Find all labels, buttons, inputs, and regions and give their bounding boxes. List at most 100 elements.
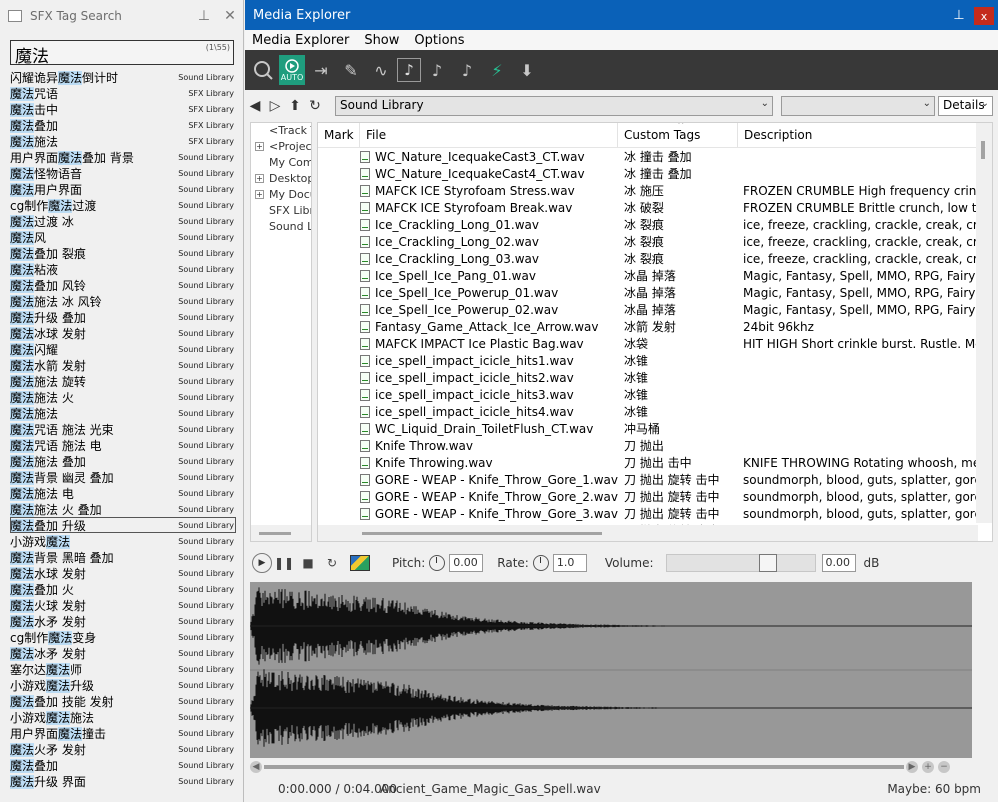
pin-icon[interactable]: ⊥ (191, 8, 217, 24)
edit-pen-icon[interactable]: ✎ (337, 55, 365, 85)
tag-result-row[interactable]: 魔法施法 电 Sound Library (10, 485, 236, 501)
column-custom-tags[interactable]: ^ Custom Tags (618, 123, 738, 147)
tag-result-row[interactable]: 魔法叠加 技能 发射 Sound Library (10, 693, 236, 709)
tree-item[interactable]: + <Project (251, 139, 311, 155)
volume-slider[interactable] (665, 554, 816, 572)
file-row[interactable]: ice_spell_impact_icicle_hits1.wav 冰锥 (318, 352, 978, 369)
expand-icon[interactable]: + (255, 190, 264, 199)
zoom-in-icon[interactable]: + (922, 761, 934, 773)
tag-search-input[interactable]: 魔法 (1\55) (10, 40, 234, 67)
tag-result-row[interactable]: cg制作魔法变身 Sound Library (10, 629, 236, 645)
file-row[interactable]: Knife Throwing.wav 刀 抛出 击中 KNIFE THROWING … (318, 454, 978, 471)
tag-result-row[interactable]: 闪耀诡异魔法倒计时 Sound Library (10, 69, 236, 85)
tag-result-row[interactable]: 塞尔达魔法师 Sound Library (10, 661, 236, 677)
tag-result-row[interactable]: 魔法粘液 Sound Library (10, 261, 236, 277)
column-mark[interactable]: Mark (318, 123, 360, 147)
scroll-right-icon[interactable]: ▶ (906, 761, 918, 773)
tag-result-row[interactable]: 魔法叠加 裂痕 Sound Library (10, 245, 236, 261)
tag-result-row[interactable]: 用户界面魔法撞击 Sound Library (10, 725, 236, 741)
tag-result-row[interactable]: 魔法叠加 Sound Library (10, 757, 236, 773)
view-mode-dropdown[interactable]: Details ⌄ (938, 96, 993, 116)
pause-button[interactable]: ❚❚ (272, 556, 296, 570)
file-row[interactable]: Ice_Crackling_Long_02.wav 冰 裂痕 ice, freeze… (318, 233, 978, 250)
tag-result-row[interactable]: 魔法施法 火 Sound Library (10, 389, 236, 405)
tag-result-row[interactable]: 魔法冰球 发射 Sound Library (10, 325, 236, 341)
file-row[interactable]: MAFCK ICE Styrofoam Stress.wav 冰 施压 FROZEN… (318, 182, 978, 199)
expand-icon[interactable]: + (255, 174, 264, 183)
menu-media-explorer[interactable]: Media Explorer (252, 33, 349, 48)
pin-icon[interactable]: ⊥ (944, 8, 974, 23)
path-dropdown[interactable]: Sound Library ⌄ (335, 96, 773, 116)
search-loop-icon[interactable] (249, 55, 277, 85)
tag-result-row[interactable]: 魔法背景 黑暗 叠加 Sound Library (10, 549, 236, 565)
file-row[interactable]: Ice_Crackling_Long_03.wav 冰 裂痕 ice, freeze… (318, 250, 978, 267)
pitch-value-field[interactable]: 0.00 (449, 554, 484, 572)
tag-result-row[interactable]: 小游戏魔法施法 Sound Library (10, 709, 236, 725)
tree-item[interactable]: + Desktop (251, 171, 311, 187)
tag-result-row[interactable]: 魔法叠加 火 Sound Library (10, 581, 236, 597)
tag-result-row[interactable]: 魔法叠加 升级 Sound Library (10, 517, 236, 533)
tag-result-row[interactable]: 魔法咒语 SFX Library (10, 85, 236, 101)
waveform-scroll-track[interactable] (264, 765, 904, 769)
file-row[interactable]: GORE - WEAP - Knife_Throw_Gore_3.wav 刀 抛出… (318, 505, 978, 522)
waveform-info-icon[interactable]: ∿ (367, 55, 395, 85)
loop-icon[interactable]: ↻ (320, 556, 344, 570)
tag-result-row[interactable]: 魔法怪物语音 Sound Library (10, 165, 236, 181)
volume-value-field[interactable]: 0.00 (821, 554, 856, 572)
tree-item[interactable]: My Comp (251, 155, 311, 171)
forward-arrow-icon[interactable]: ▷ (265, 98, 285, 114)
tree-item[interactable]: <Track T (251, 123, 311, 139)
rate-value-field[interactable]: 1.0 (552, 554, 587, 572)
tag-result-row[interactable]: 魔法水箭 发射 Sound Library (10, 357, 236, 373)
close-icon[interactable]: ✕ (217, 8, 243, 24)
play-button[interactable]: ▶ (252, 553, 272, 573)
file-row[interactable]: GORE - WEAP - Knife_Throw_Gore_2.wav 刀 抛出… (318, 488, 978, 505)
file-row[interactable]: MAFCK ICE Styrofoam Break.wav 冰 破裂 FROZEN … (318, 199, 978, 216)
insert-arrow-icon[interactable]: ⇥ (307, 55, 335, 85)
tree-item[interactable]: SFX Libra (251, 203, 311, 219)
search-query[interactable]: 魔法 (15, 42, 49, 67)
tag-result-row[interactable]: 魔法用户界面 Sound Library (10, 181, 236, 197)
tree-horizontal-scrollbar[interactable] (251, 525, 311, 541)
file-row[interactable]: ice_spell_impact_icicle_hits2.wav 冰锥 (318, 369, 978, 386)
tag-result-row[interactable]: 魔法火球 发射 Sound Library (10, 597, 236, 613)
tag-result-row[interactable]: 魔法过渡 冰 Sound Library (10, 213, 236, 229)
tempo-x2-icon[interactable]: ♪ (423, 55, 451, 85)
tag-result-row[interactable]: 魔法施法 火 叠加 Sound Library (10, 501, 236, 517)
tag-result-row[interactable]: 魔法施法 Sound Library (10, 405, 236, 421)
tag-result-row[interactable]: 魔法咒语 施法 电 Sound Library (10, 437, 236, 453)
tag-result-row[interactable]: 魔法水球 发射 Sound Library (10, 565, 236, 581)
close-button[interactable]: x (974, 7, 994, 25)
scroll-left-icon[interactable]: ◀ (250, 761, 262, 773)
tag-result-row[interactable]: 魔法施法 冰 风铃 Sound Library (10, 293, 236, 309)
pitch-knob[interactable] (429, 555, 446, 571)
tag-result-row[interactable]: 魔法施法 旋转 Sound Library (10, 373, 236, 389)
file-row[interactable]: Ice_Crackling_Long_01.wav 冰 裂痕 ice, freeze… (318, 216, 978, 233)
tag-result-row[interactable]: 魔法闪耀 Sound Library (10, 341, 236, 357)
file-row[interactable]: Ice_Spell_Ice_Pang_01.wav 冰晶 掉落 Magic, Fan… (318, 267, 978, 284)
tag-result-row[interactable]: 魔法冰矛 发射 Sound Library (10, 645, 236, 661)
tag-result-row[interactable]: cg制作魔法过渡 Sound Library (10, 197, 236, 213)
waveform-display[interactable] (250, 582, 972, 758)
tag-result-row[interactable]: 魔法叠加 风铃 Sound Library (10, 277, 236, 293)
tag-result-row[interactable]: 魔法施法 SFX Library (10, 133, 236, 149)
up-folder-icon[interactable]: ⬆ (285, 98, 305, 114)
column-file[interactable]: File (360, 123, 618, 147)
file-row[interactable]: MAFCK IMPACT Ice Plastic Bag.wav 冰袋 HIT HI… (318, 335, 978, 352)
file-row[interactable]: Fantasy_Game_Attack_Ice_Arrow.wav 冰箭 发射 24… (318, 318, 978, 335)
tag-result-row[interactable]: 小游戏魔法 Sound Library (10, 533, 236, 549)
file-row[interactable]: WC_Nature_IcequakeCast3_CT.wav 冰 撞击 叠加 (318, 148, 978, 165)
file-row[interactable]: ice_spell_impact_icicle_hits4.wav 冰锥 (318, 403, 978, 420)
zoom-out-icon[interactable]: − (938, 761, 950, 773)
rate-knob[interactable] (532, 555, 549, 571)
back-arrow-icon[interactable]: ◀ (245, 98, 265, 114)
download-icon[interactable]: ⬇ (513, 55, 541, 85)
file-row[interactable]: Knife Throw.wav 刀 抛出 (318, 437, 978, 454)
tag-result-row[interactable]: 魔法风 Sound Library (10, 229, 236, 245)
volume-slider-handle[interactable] (758, 554, 777, 572)
tag-result-row[interactable]: 魔法咒语 施法 光束 Sound Library (10, 421, 236, 437)
menu-show[interactable]: Show (364, 33, 399, 48)
refresh-icon[interactable]: ↻ (305, 98, 325, 114)
tag-result-row[interactable]: 魔法火矛 发射 Sound Library (10, 741, 236, 757)
column-description[interactable]: Description (738, 123, 992, 147)
